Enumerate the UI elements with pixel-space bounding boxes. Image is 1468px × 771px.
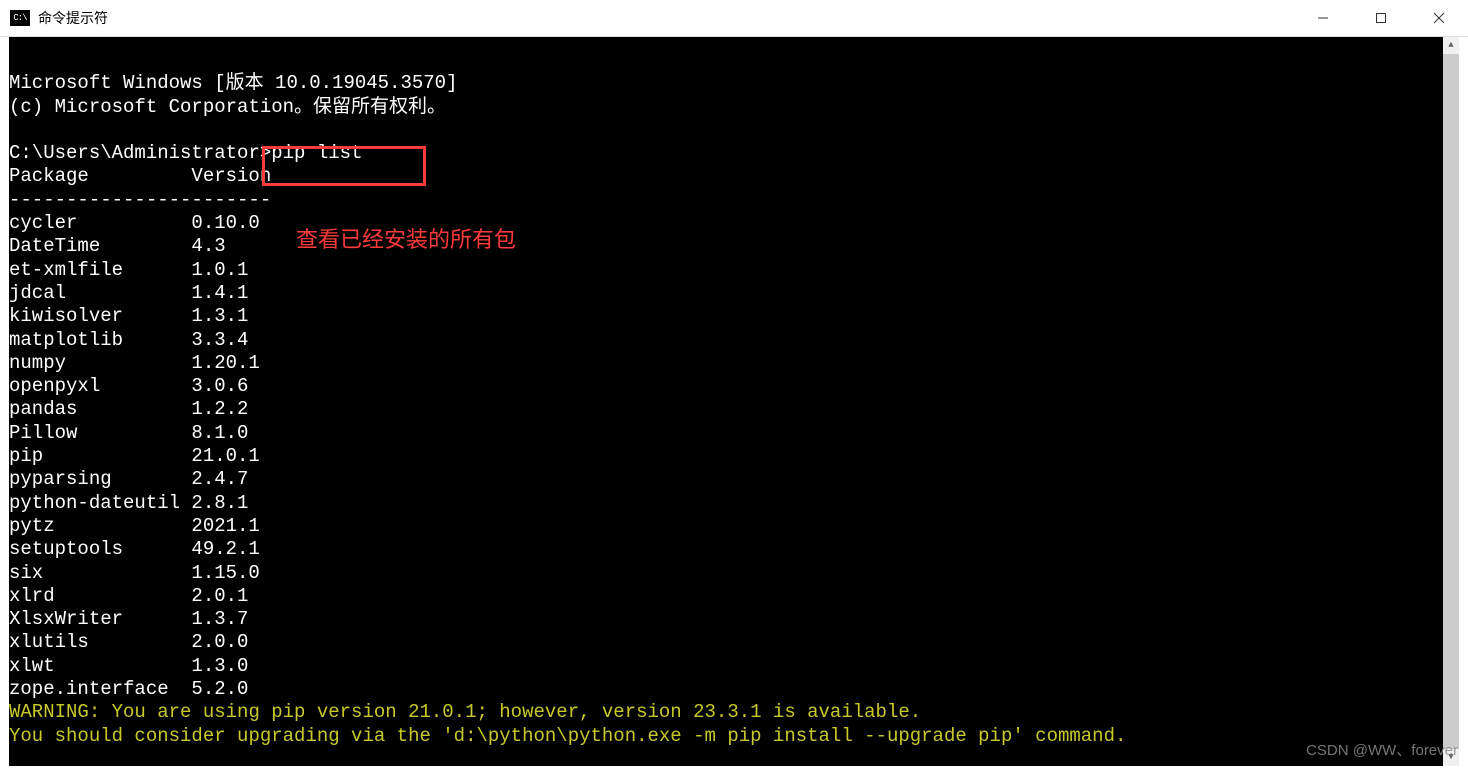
minimize-button[interactable] xyxy=(1294,0,1352,36)
header-line: Microsoft Windows [版本 10.0.19045.3570] xyxy=(9,72,457,94)
pkg-name: cycler xyxy=(9,212,191,235)
pkg-version: 2.0.0 xyxy=(191,631,248,653)
pkg-version: 2.8.1 xyxy=(191,492,248,514)
separator: ------- xyxy=(191,189,271,211)
pkg-version: 4.3 xyxy=(191,235,225,257)
pkg-version: 0.10.0 xyxy=(191,212,259,234)
pkg-version: 2.0.1 xyxy=(191,585,248,607)
col-header-package: Package xyxy=(9,165,191,188)
pkg-version: 1.3.0 xyxy=(191,655,248,677)
cmd-icon: C:\ xyxy=(10,10,30,26)
window-controls xyxy=(1294,0,1468,36)
pkg-name: XlsxWriter xyxy=(9,608,191,631)
pkg-name: matplotlib xyxy=(9,329,191,352)
pkg-name: openpyxl xyxy=(9,375,191,398)
warning-line: WARNING: You are using pip version 21.0.… xyxy=(9,701,921,723)
separator: ---------------- xyxy=(9,189,191,212)
pkg-name: setuptools xyxy=(9,538,191,561)
terminal-area[interactable]: Microsoft Windows [版本 10.0.19045.3570] (… xyxy=(9,37,1459,766)
pkg-name: jdcal xyxy=(9,282,191,305)
scrollbar-track[interactable]: ▲ ▼ xyxy=(1443,37,1459,766)
maximize-button[interactable] xyxy=(1352,0,1410,36)
pkg-version: 1.3.7 xyxy=(191,608,248,630)
header-line: (c) Microsoft Corporation。保留所有权利。 xyxy=(9,96,446,118)
pkg-name: zope.interface xyxy=(9,678,191,701)
pkg-name: pytz xyxy=(9,515,191,538)
pkg-name: kiwisolver xyxy=(9,305,191,328)
pkg-name: xlwt xyxy=(9,655,191,678)
pkg-name: et-xmlfile xyxy=(9,259,191,282)
scrollbar-down-arrow[interactable]: ▼ xyxy=(1443,749,1459,766)
terminal-content: Microsoft Windows [版本 10.0.19045.3570] (… xyxy=(9,49,1443,771)
pkg-name: python-dateutil xyxy=(9,492,191,515)
pkg-name: numpy xyxy=(9,352,191,375)
pkg-version: 1.15.0 xyxy=(191,562,259,584)
command-text: pip list xyxy=(271,142,362,164)
pkg-version: 2021.1 xyxy=(191,515,259,537)
pkg-version: 3.0.6 xyxy=(191,375,248,397)
pkg-name: xlutils xyxy=(9,631,191,654)
close-button[interactable] xyxy=(1410,0,1468,36)
scrollbar-up-arrow[interactable]: ▲ xyxy=(1443,37,1459,54)
pkg-name: Pillow xyxy=(9,422,191,445)
pkg-version: 5.2.0 xyxy=(191,678,248,700)
pkg-version: 1.20.1 xyxy=(191,352,259,374)
package-list: cycler0.10.0 DateTime4.3 et-xmlfile1.0.1… xyxy=(9,212,260,700)
pkg-name: pyparsing xyxy=(9,468,191,491)
pkg-name: DateTime xyxy=(9,235,191,258)
pkg-version: 49.2.1 xyxy=(191,538,259,560)
pkg-name: pip xyxy=(9,445,191,468)
pkg-version: 1.3.1 xyxy=(191,305,248,327)
warning-line: You should consider upgrading via the 'd… xyxy=(9,725,1126,747)
pkg-version: 1.2.2 xyxy=(191,398,248,420)
window-title: 命令提示符 xyxy=(38,8,108,28)
pkg-name: xlrd xyxy=(9,585,191,608)
pkg-version: 2.4.7 xyxy=(191,468,248,490)
col-header-version: Version xyxy=(191,165,271,187)
pkg-name: pandas xyxy=(9,398,191,421)
pkg-version: 1.4.1 xyxy=(191,282,248,304)
prompt-path: C:\Users\Administrator> xyxy=(9,142,271,164)
pkg-version: 3.3.4 xyxy=(191,329,248,351)
pkg-version: 21.0.1 xyxy=(191,445,259,467)
window-titlebar: C:\ 命令提示符 xyxy=(0,0,1468,37)
scrollbar-thumb[interactable] xyxy=(1443,54,1459,749)
pkg-version: 8.1.0 xyxy=(191,422,248,444)
pkg-version: 1.0.1 xyxy=(191,259,248,281)
pkg-name: six xyxy=(9,562,191,585)
